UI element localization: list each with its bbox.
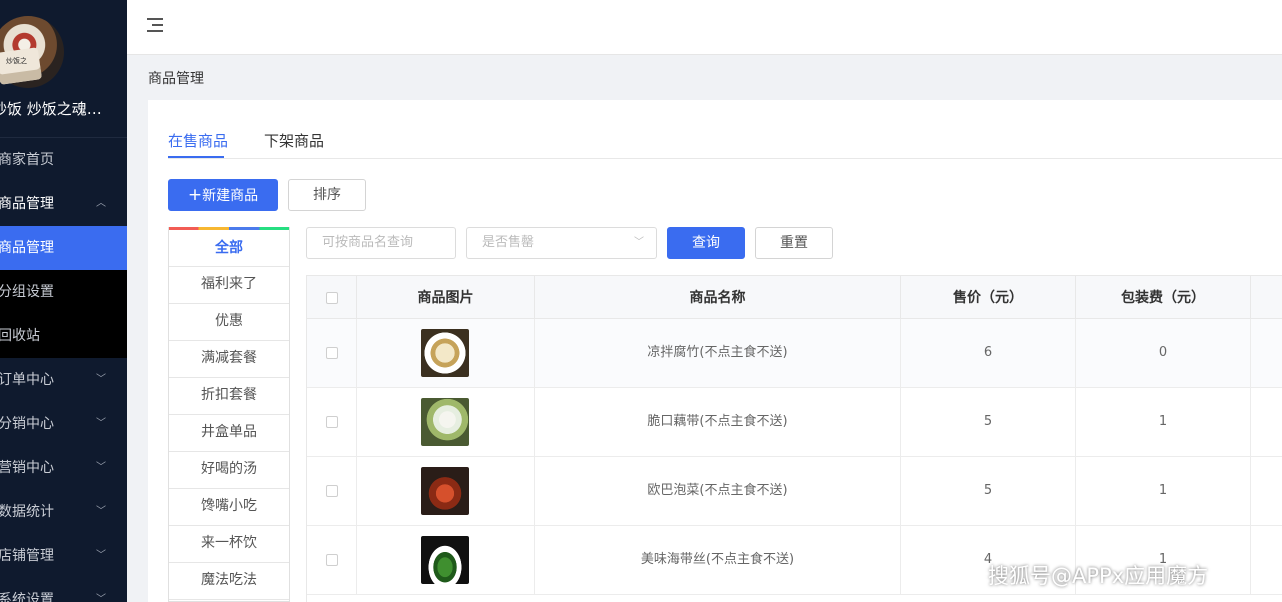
menu-label: 回收站 <box>0 328 40 344</box>
menu-label: 分组设置 <box>0 284 54 300</box>
product-name: 欧巴泡菜(不点主食不送) <box>535 457 901 525</box>
product-name: 脆口藕带(不点主食不送) <box>535 388 901 456</box>
menu-label: 分销中心 <box>0 416 54 432</box>
submenu-item-group-settings[interactable]: 分组设置 <box>0 270 127 314</box>
select-all-header <box>307 275 357 319</box>
product-name-search-input[interactable]: 可按商品名查询 <box>306 227 456 259</box>
chevron-down-icon: ﹀ <box>96 506 106 517</box>
new-product-button[interactable]: +新建商品 <box>168 179 278 211</box>
shop-avatar[interactable]: 炒饭之魂 <box>0 16 64 88</box>
category-item[interactable]: 满减套餐 <box>169 340 289 378</box>
product-price: 5 <box>901 388 1076 456</box>
product-price: 5 <box>901 457 1076 525</box>
product-price: 6 <box>901 319 1076 387</box>
menu-item-marketing-center[interactable]: 营销中心 ﹀ <box>0 446 127 490</box>
table-row[interactable]: 欧巴泡菜(不点主食不送) 5 1 <box>307 457 1282 526</box>
page-title: 商品管理 <box>148 71 204 87</box>
menu-item-order-center[interactable]: 订单中心 ﹀ <box>0 358 127 402</box>
menu-label: 系统设置 <box>0 592 54 602</box>
category-list: 全部 福利来了 优惠 满减套餐 折扣套餐 井盒单品 好喝的汤 馋嘴小吃 来一杯饮… <box>168 227 290 602</box>
chevron-down-icon: ﹀ <box>634 237 644 248</box>
chevron-down-icon: ﹀ <box>96 374 106 385</box>
query-button[interactable]: 查询 <box>667 227 745 259</box>
category-item[interactable]: 来一杯饮 <box>169 525 289 563</box>
menu-label: 店铺管理 <box>0 548 54 564</box>
watermark: 搜狐号@APPx应用魔方 <box>988 564 1209 588</box>
menu-fold-icon[interactable] <box>147 18 163 32</box>
sort-button[interactable]: 排序 <box>288 179 366 211</box>
chevron-up-icon: ︿ <box>96 198 106 209</box>
category-item[interactable]: 福利来了 <box>169 266 289 304</box>
table-row[interactable]: 脆口藕带(不点主食不送) 5 1 <box>307 388 1282 457</box>
submenu-item-product-management[interactable]: 商品管理 <box>0 226 127 270</box>
submenu-item-recycle-bin[interactable]: 回收站 <box>0 314 127 358</box>
menu-item-system-settings[interactable]: 系统设置 ﹀ <box>0 578 127 602</box>
product-image[interactable] <box>421 329 469 377</box>
takeout-box-image <box>0 47 43 85</box>
menu-item-distribution-center[interactable]: 分销中心 ﹀ <box>0 402 127 446</box>
product-image[interactable] <box>421 467 469 515</box>
top-bar <box>127 0 1282 55</box>
menu-item-data-statistics[interactable]: 数据统计 ﹀ <box>0 490 127 534</box>
product-image-cell <box>357 526 535 594</box>
product-image-cell <box>357 319 535 387</box>
product-packing-fee: 1 <box>1076 457 1251 525</box>
column-header-more <box>1251 275 1282 319</box>
tab-on-sale[interactable]: 在售商品 <box>168 130 228 151</box>
category-item[interactable]: 折扣套餐 <box>169 377 289 415</box>
category-item[interactable]: 优惠 <box>169 303 289 341</box>
menu-item-store-management[interactable]: 店铺管理 ﹀ <box>0 534 127 578</box>
sold-out-select[interactable]: 是否售罄 ﹀ <box>466 227 657 259</box>
column-header-image: 商品图片 <box>357 275 535 319</box>
category-item[interactable]: 全部 <box>169 230 289 267</box>
menu-label: 订单中心 <box>0 372 54 388</box>
table-row[interactable]: 凉拌腐竹(不点主食不送) 6 0 <box>307 319 1282 388</box>
menu-label: 商家首页 <box>0 152 54 168</box>
menu-label: 商品管理 <box>0 196 54 212</box>
column-header-packing-fee: 包装费（元） <box>1076 275 1251 319</box>
row-checkbox[interactable] <box>326 347 338 359</box>
reset-button[interactable]: 重置 <box>755 227 833 259</box>
main-content: 在售商品 下架商品 +新建商品 排序 全部 福利来了 优惠 满减套餐 折扣套餐 … <box>148 100 1282 602</box>
category-item[interactable]: 好喝的汤 <box>169 451 289 489</box>
product-image-cell <box>357 457 535 525</box>
sidebar: 炒饭之魂 炒饭 炒饭之魂… 商家首页 商品管理 ︿ 商品管理 分组设置 回收站 … <box>0 0 127 602</box>
product-table: 商品图片 商品名称 售价（元） 包装费（元） 凉拌腐竹(不点主食不送) 6 0 … <box>306 275 1282 602</box>
active-tab-indicator <box>168 156 224 158</box>
menu-item-product-management[interactable]: 商品管理 ︿ <box>0 182 127 226</box>
avatar-logo-text: 炒饭之魂 <box>6 57 27 65</box>
menu-label: 数据统计 <box>0 504 54 520</box>
category-item[interactable]: 井盒单品 <box>169 414 289 452</box>
select-all-checkbox[interactable] <box>326 292 338 304</box>
menu-label: 营销中心 <box>0 460 54 476</box>
product-image[interactable] <box>421 536 469 584</box>
product-image-cell <box>357 388 535 456</box>
chevron-down-icon: ﹀ <box>96 594 106 602</box>
row-checkbox[interactable] <box>326 554 338 566</box>
menu-label: 商品管理 <box>0 240 54 256</box>
chevron-down-icon: ﹀ <box>96 462 106 473</box>
tab-off-shelf[interactable]: 下架商品 <box>264 130 324 151</box>
menu-item-merchant-home[interactable]: 商家首页 <box>0 138 127 182</box>
column-header-name: 商品名称 <box>535 275 901 319</box>
plus-icon: + <box>187 185 203 205</box>
product-name: 美味海带丝(不点主食不送) <box>535 526 901 594</box>
chevron-down-icon: ﹀ <box>96 550 106 561</box>
row-checkbox[interactable] <box>326 485 338 497</box>
product-name: 凉拌腐竹(不点主食不送) <box>535 319 901 387</box>
new-product-label: 新建商品 <box>202 188 259 204</box>
chevron-down-icon: ﹀ <box>96 418 106 429</box>
sold-out-select-placeholder: 是否售罄 <box>482 235 535 250</box>
column-header-price: 售价（元） <box>901 275 1076 319</box>
category-item[interactable]: 馋嘴小吃 <box>169 488 289 526</box>
product-image[interactable] <box>421 398 469 446</box>
product-packing-fee: 1 <box>1076 388 1251 456</box>
category-item[interactable]: 魔法吃法 <box>169 562 289 600</box>
product-packing-fee: 0 <box>1076 319 1251 387</box>
shop-name: 炒饭 炒饭之魂… <box>0 100 102 118</box>
tab-divider <box>168 158 1282 159</box>
row-checkbox[interactable] <box>326 416 338 428</box>
